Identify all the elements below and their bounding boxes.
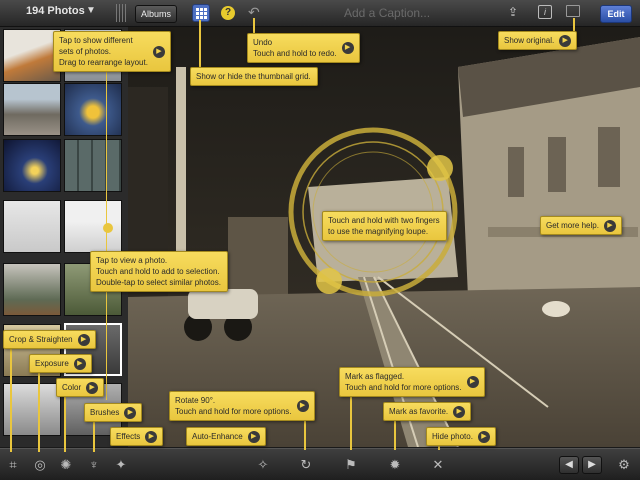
flag-icon[interactable]: ⚑ [342, 456, 360, 474]
tip-hide-photo: Hide photo. ▶ [426, 427, 496, 446]
grip-icon[interactable] [116, 4, 126, 22]
brush-icon[interactable]: ♆ [85, 456, 103, 474]
tip-brushes: Brushes ▶ [84, 403, 143, 422]
tip-show-original: Show original. ▶ [498, 31, 578, 50]
callout-leader [573, 18, 575, 32]
chevron-right-icon[interactable]: ▶ [77, 333, 90, 346]
thumbnail[interactable] [3, 263, 61, 316]
palette-icon[interactable]: ✺ [57, 456, 75, 474]
chevron-right-icon[interactable]: ▶ [466, 376, 479, 388]
tip-exposure: Exposure ▶ [29, 354, 92, 373]
exposure-icon[interactable]: ◎ [31, 456, 49, 474]
info-icon[interactable]: i [538, 5, 552, 19]
tip-effects: Effects ▶ [110, 427, 164, 446]
callout-leader [38, 368, 40, 452]
tip-view-photo: Tap to view a photo. Touch and hold to a… [90, 251, 228, 292]
tip-crop-straighten: Crop & Straighten ▶ [3, 330, 96, 349]
bottom-toolbar: ⌗ ◎ ✺ ♆ ✦ ✧ ↻ ⚑ ✹ ✕ ◀ ▶ ⚙ [0, 448, 640, 480]
thumbnail-grid-button[interactable] [192, 4, 210, 22]
thumbnail[interactable] [64, 83, 122, 136]
callout-leader [10, 344, 12, 452]
chevron-right-icon[interactable]: ▶ [603, 219, 616, 232]
chevron-right-icon[interactable]: ▶ [145, 430, 158, 443]
tip-rotate: Rotate 90°. Touch and hold for more opti… [169, 391, 315, 421]
photo-count-button[interactable]: 194 Photos [26, 5, 85, 17]
albums-button[interactable]: Albums [135, 5, 177, 23]
arrow-right-icon[interactable]: ▶ [582, 456, 602, 474]
chevron-right-icon[interactable]: ▶ [477, 430, 490, 443]
thumbnail[interactable] [3, 200, 61, 253]
chevron-right-icon[interactable]: ▶ [341, 42, 354, 54]
tip-loupe: Touch and hold with two fingers to use t… [322, 211, 447, 241]
chevron-right-icon[interactable]: ▶ [247, 430, 260, 443]
crop-icon[interactable]: ⌗ [4, 456, 22, 474]
share-icon[interactable]: ⇪ [508, 5, 518, 19]
tip-color: Color ▶ [56, 378, 105, 397]
chevron-right-icon[interactable]: ▶ [453, 405, 466, 418]
tip-undo: Undo Touch and hold to redo. ▶ [247, 33, 360, 63]
thumbnail[interactable] [3, 83, 61, 136]
chevron-right-icon[interactable]: ▶ [296, 400, 309, 412]
top-toolbar: 194 Photos ▼ Albums ? ↶ Add a Caption...… [0, 0, 640, 27]
chevron-right-icon[interactable]: ▶ [73, 357, 86, 370]
effects-icon[interactable]: ✦ [112, 456, 130, 474]
thumbnail[interactable] [3, 139, 61, 192]
loupe-handle[interactable] [427, 155, 453, 181]
thumbnail[interactable] [64, 200, 122, 253]
tip-auto-enhance: Auto-Enhance ▶ [186, 427, 266, 446]
chevron-right-icon[interactable]: ▶ [86, 381, 99, 394]
gear-icon[interactable]: ⚙ [615, 456, 633, 474]
favorite-icon[interactable]: ✹ [386, 456, 404, 474]
callout-leader [304, 416, 306, 450]
tip-thumbnail-sets: Tap to show different sets of photos. Dr… [53, 31, 171, 72]
tip-get-help: Get more help. ▶ [540, 216, 622, 235]
callout-leader [199, 20, 201, 68]
rotate-icon[interactable]: ↻ [297, 456, 315, 474]
show-original-icon[interactable] [566, 5, 580, 17]
callout-leader [64, 390, 66, 452]
tip-thumbnail-grid: Show or hide the thumbnail grid. [190, 67, 318, 86]
loupe-handle[interactable] [316, 268, 342, 294]
caption-input[interactable]: Add a Caption... [344, 6, 430, 20]
chevron-right-icon[interactable]: ▶ [124, 406, 137, 419]
arrow-left-icon[interactable]: ◀ [559, 456, 579, 474]
callout-leader [394, 418, 396, 450]
callout-leader [106, 40, 107, 400]
callout-leader [253, 18, 255, 34]
chevron-right-icon[interactable]: ▶ [559, 34, 572, 47]
edit-button[interactable]: Edit [600, 5, 632, 23]
chevron-down-icon[interactable]: ▼ [86, 5, 96, 16]
thumbnail[interactable] [64, 139, 122, 192]
magic-wand-icon[interactable]: ✧ [254, 456, 272, 474]
close-icon[interactable]: ✕ [429, 456, 447, 474]
tip-flag: Mark as flagged. Touch and hold for more… [339, 367, 485, 397]
chevron-right-icon[interactable]: ▶ [152, 45, 165, 58]
help-button[interactable]: ? [221, 6, 235, 20]
tip-favorite: Mark as favorite. ▶ [383, 402, 472, 421]
callout-leader [350, 392, 352, 450]
callout-anchor [103, 223, 113, 233]
